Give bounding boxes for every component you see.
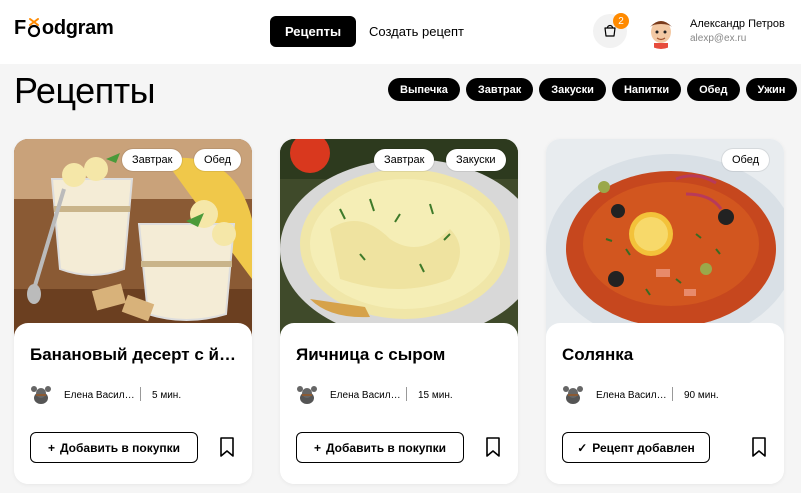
filter-chip-dinner[interactable]: Ужин: [745, 78, 798, 101]
page-title: Рецепты: [14, 70, 156, 111]
author-name[interactable]: Елена Васильева: [64, 390, 136, 401]
author-avatar: [31, 386, 51, 404]
bookmark-icon[interactable]: [217, 436, 237, 458]
recipe-tag: Обед: [722, 149, 770, 171]
card-body: Солянка Елена Васильева 90 мин. ✓ Рецепт…: [546, 323, 784, 484]
recipe-card[interactable]: Завтрак Закуски Яичница с сыром Елена Ва…: [280, 139, 518, 484]
filter-tags: Выпечка Завтрак Закуски Напитки Обед Ужи…: [388, 78, 798, 101]
recipe-tag: Завтрак: [122, 149, 183, 171]
cart-count-badge: 2: [613, 13, 629, 29]
cook-time: 90 мин.: [684, 390, 719, 401]
recipe-tag: Обед: [194, 149, 242, 171]
add-to-cart-button[interactable]: + Добавить в покупки: [296, 432, 464, 463]
user-name: Александр Петров: [690, 18, 785, 30]
recipe-title[interactable]: Банановый десерт с йогуртом: [30, 345, 240, 365]
add-button-label: Добавить в покупки: [325, 440, 447, 455]
plus-icon: +: [313, 440, 321, 455]
meta-divider: [406, 387, 407, 401]
card-body: Банановый десерт с йогуртом Елена Василь…: [14, 323, 252, 484]
nav-recipes-button[interactable]: Рецепты: [270, 16, 356, 47]
author-avatar: [563, 386, 583, 404]
logo[interactable]: F odgram: [14, 14, 114, 42]
filter-chip-drinks[interactable]: Напитки: [611, 78, 682, 101]
avatar[interactable]: [643, 13, 679, 49]
meta-divider: [672, 387, 673, 401]
filter-chip-lunch[interactable]: Обед: [687, 78, 740, 101]
recipe-card[interactable]: Завтрак Обед Банановый десерт с йогуртом…: [14, 139, 252, 484]
logo-text-rest: odgram: [41, 16, 114, 39]
author-name[interactable]: Елена Васильева: [596, 390, 668, 401]
meta-divider: [140, 387, 141, 401]
fork-icon: [27, 17, 41, 39]
recipe-title[interactable]: Солянка: [562, 345, 772, 365]
recipe-tag: Завтрак: [374, 149, 435, 171]
recipe-tag: Закуски: [446, 149, 506, 171]
recipe-title[interactable]: Яичница с сыром: [296, 345, 506, 365]
user-email: alexp@ex.ru: [690, 33, 747, 44]
bookmark-icon[interactable]: [483, 436, 503, 458]
filter-chip-baking[interactable]: Выпечка: [388, 78, 460, 101]
cook-time: 15 мин.: [418, 390, 453, 401]
check-icon: ✓: [577, 440, 588, 455]
recipe-card[interactable]: Обед Солянка Елена Васильева 90 мин. ✓ Р…: [546, 139, 784, 484]
author-name[interactable]: Елена Васильева: [330, 390, 402, 401]
filter-chip-breakfast[interactable]: Завтрак: [465, 78, 534, 101]
add-to-cart-button[interactable]: + Добавить в покупки: [30, 432, 198, 463]
card-body: Яичница с сыром Елена Васильева 15 мин. …: [280, 323, 518, 484]
cook-time: 5 мин.: [152, 390, 182, 401]
filter-chip-snacks[interactable]: Закуски: [539, 78, 606, 101]
nav-create-recipe-link[interactable]: Создать рецепт: [369, 24, 464, 39]
added-button-label: Рецепт добавлен: [592, 440, 695, 455]
plus-icon: +: [47, 440, 55, 455]
bookmark-icon[interactable]: [749, 436, 769, 458]
recipe-added-button[interactable]: ✓ Рецепт добавлен: [562, 432, 710, 463]
author-avatar: [297, 386, 317, 404]
logo-text-f: F: [14, 16, 26, 39]
add-button-label: Добавить в покупки: [59, 440, 181, 455]
